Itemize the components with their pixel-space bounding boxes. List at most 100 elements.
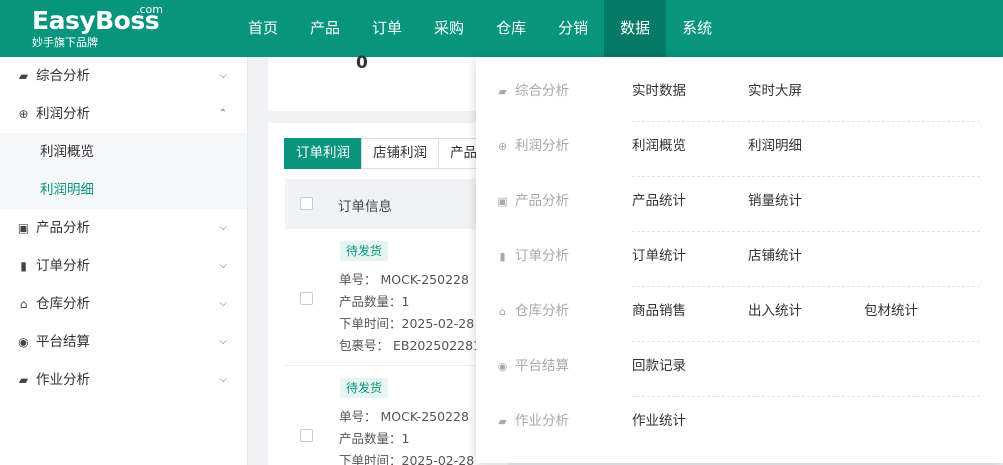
chevron-down-icon[interactable]: ⌵ [219, 57, 227, 95]
select-all-checkbox[interactable] [300, 197, 313, 210]
chevron-down-icon[interactable]: ⌵ [219, 323, 227, 361]
chevron-down-icon[interactable]: ⌵ [219, 209, 227, 247]
data-mega-menu: ▰ 综合分析 实时数据 实时大屏 ⊕ 利润分析 利润概览 利润明细 ▣ 产品分析 产品统计 销量统计 ▮… [476, 57, 1003, 463]
bar-chart-icon: ▮ [20, 259, 27, 273]
sidebar-item-2[interactable]: ▣ 产品分析 ⌵ [0, 209, 247, 247]
row-pkg: 包裹号： EB2025022811 [339, 338, 489, 353]
row-qty: 产品数量：1 [339, 431, 410, 446]
logo-com: .com [136, 3, 163, 16]
nav-item-3[interactable]: 采购 [418, 0, 480, 57]
status-badge: 待发货 [340, 378, 389, 398]
sidebar-item-5[interactable]: ◉ 平台结算 ⌵ [0, 323, 247, 361]
summary-value: 0 [356, 53, 368, 73]
logo-subtitle: 妙手旗下品牌 [32, 36, 98, 49]
sidebar-subitem-1[interactable]: 利润明细 [0, 171, 247, 209]
menu-link[interactable]: 利润概览 [632, 119, 686, 174]
menu-link[interactable]: 销量统计 [748, 174, 802, 229]
menu-group-5: ◉ 平台结算 回款记录 [476, 339, 1003, 394]
menu-category: ▰ 作业分析 [496, 394, 569, 449]
menu-category: ◉ 平台结算 [496, 339, 569, 394]
sidebar-subitem-0[interactable]: 利润概览 [0, 133, 247, 171]
sidebar: ▰ 综合分析 ⌵ ⊕ 利润分析 ⌃ 利润概览 利润明细 ▣ 产品分析 ⌵ ▮ 订单分析 ⌵ ⌂ 仓库分析 ⌵ ◉ 平… [0, 57, 248, 465]
sidebar-item-3[interactable]: ▮ 订单分析 ⌵ [0, 247, 247, 285]
sidebar-item-label: 利润分析 [36, 106, 90, 122]
menu-link[interactable]: 店铺统计 [748, 229, 802, 284]
menu-link[interactable]: 作业统计 [632, 394, 686, 449]
chevron-down-icon[interactable]: ⌵ [219, 247, 227, 285]
menu-category: ▮ 订单分析 [496, 229, 569, 284]
nav-item-5[interactable]: 分销 [542, 0, 604, 57]
chevron-up-icon[interactable]: ⌃ [219, 95, 227, 133]
row-order-no: 单号： MOCK-250228 [339, 409, 469, 424]
nav-item-4[interactable]: 仓库 [480, 0, 542, 57]
row-time: 下单时间：2025-02-28 [339, 453, 475, 465]
menu-link[interactable]: 出入统计 [748, 284, 802, 339]
tab-1[interactable]: 店铺利润 [361, 138, 439, 169]
menu-category-label: 综合分析 [515, 83, 569, 99]
menu-link[interactable]: 订单统计 [632, 229, 686, 284]
nav-item-7[interactable]: 系统 [666, 0, 728, 57]
coins-icon: ◉ [497, 360, 508, 373]
clipboard-icon: ▰ [18, 373, 29, 387]
yuan-icon: ⊕ [18, 107, 29, 121]
nav-item-0[interactable]: 首页 [232, 0, 294, 57]
menu-link[interactable]: 实时大屏 [748, 64, 802, 119]
sidebar-item-label: 订单分析 [36, 258, 90, 274]
sidebar-item-label: 产品分析 [36, 220, 90, 236]
header-order-info: 订单信息 [338, 199, 392, 215]
nav-item-2[interactable]: 订单 [356, 0, 418, 57]
menu-link[interactable]: 包材统计 [864, 284, 918, 339]
sidebar-item-label: 作业分析 [36, 372, 90, 388]
image-icon: ▣ [497, 195, 508, 208]
profit-table-card: 订单利润 店铺利润 产品 订单信息 待发货 单号： MOCK-250228 产品数量：1… [268, 123, 508, 465]
table-row: 待发货 单号： MOCK-250228 产品数量：1 下单时间：2025-02-28 包… [285, 229, 508, 366]
menu-category-label: 订单分析 [515, 248, 569, 264]
menu-category-label: 仓库分析 [515, 303, 569, 319]
main-nav: 首页 产品 订单 采购 仓库 分销 数据 系统 [232, 0, 728, 57]
table-header: 订单信息 [285, 179, 508, 229]
chevron-down-icon[interactable]: ⌵ [219, 285, 227, 323]
coins-icon: ◉ [18, 335, 29, 349]
menu-link[interactable]: 利润明细 [748, 119, 802, 174]
sidebar-item-label: 仓库分析 [36, 296, 90, 312]
sidebar-item-label: 综合分析 [36, 68, 90, 84]
menu-group-0: ▰ 综合分析 实时数据 实时大屏 [476, 64, 1003, 119]
logo[interactable]: EasyBoss .com 妙手旗下品牌 [32, 3, 163, 50]
briefcase-icon: ▰ [18, 69, 29, 83]
menu-group-3: ▮ 订单分析 订单统计 店铺统计 [476, 229, 1003, 284]
menu-group-4: ⌂ 仓库分析 商品销售 出入统计 包材统计 [476, 284, 1003, 339]
menu-link[interactable]: 回款记录 [632, 339, 686, 394]
menu-link[interactable]: 商品销售 [632, 284, 686, 339]
menu-link[interactable]: 产品统计 [632, 174, 686, 229]
image-icon: ▣ [17, 221, 30, 235]
warehouse-icon: ⌂ [499, 305, 506, 318]
row-time: 下单时间：2025-02-28 [339, 316, 475, 331]
clipboard-icon: ▰ [498, 415, 507, 428]
row-order-no: 单号： MOCK-250228 [339, 272, 469, 287]
row-checkbox[interactable] [300, 429, 313, 442]
menu-category-label: 利润分析 [515, 138, 569, 154]
row-checkbox[interactable] [300, 292, 313, 305]
menu-group-1: ⊕ 利润分析 利润概览 利润明细 [476, 119, 1003, 174]
menu-link[interactable]: 实时数据 [632, 64, 686, 119]
briefcase-icon: ▰ [498, 85, 507, 98]
nav-item-6[interactable]: 数据 [604, 0, 667, 57]
summary-card: 0 [268, 53, 488, 111]
sidebar-item-1[interactable]: ⊕ 利润分析 ⌃ [0, 95, 247, 133]
chevron-down-icon[interactable]: ⌵ [219, 361, 227, 399]
sidebar-item-6[interactable]: ▰ 作业分析 ⌵ [0, 361, 247, 399]
menu-category: ⌂ 仓库分析 [496, 284, 569, 339]
nav-item-1[interactable]: 产品 [294, 0, 356, 57]
sidebar-item-4[interactable]: ⌂ 仓库分析 ⌵ [0, 285, 247, 323]
table-row: 待发货单号： MOCK-250228 产品数量：1 下单时间：2025-02-28 [285, 366, 508, 465]
tab-0[interactable]: 订单利润 [284, 138, 362, 169]
bar-chart-icon: ▮ [499, 250, 506, 263]
menu-category-label: 产品分析 [515, 193, 569, 209]
warehouse-icon: ⌂ [19, 297, 28, 311]
profit-submenu: 利润概览 利润明细 [0, 133, 247, 209]
menu-category: ▣ 产品分析 [496, 174, 569, 229]
sidebar-item-0[interactable]: ▰ 综合分析 ⌵ [0, 57, 247, 95]
menu-group-6: ▰ 作业分析 作业统计 [476, 394, 1003, 449]
menu-category: ⊕ 利润分析 [496, 119, 569, 174]
menu-category-label: 平台结算 [515, 358, 569, 374]
